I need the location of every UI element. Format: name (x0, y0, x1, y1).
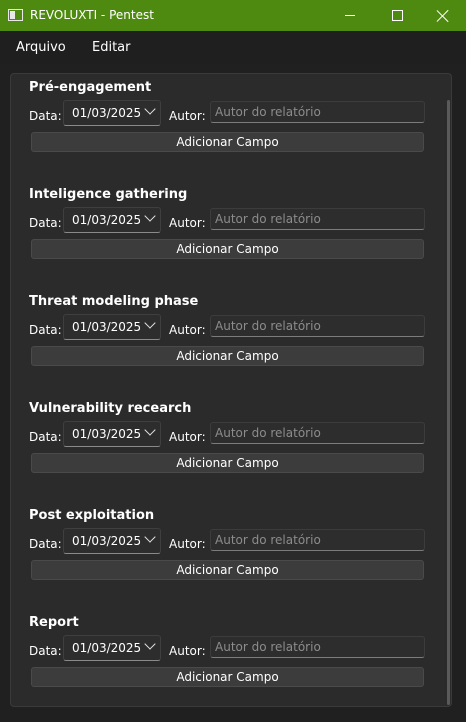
phase-title: Post exploitation (29, 508, 155, 523)
date-value: 01/03/2025 (72, 320, 142, 334)
phase-section: Vulnerability recearch Data: 01/03/2025 … (0, 401, 466, 508)
chevron-down-icon (144, 424, 156, 436)
author-input[interactable] (210, 101, 425, 123)
menu-arquivo[interactable]: Arquivo (16, 40, 66, 55)
date-picker[interactable]: 01/03/2025 (63, 528, 161, 554)
date-picker[interactable]: 01/03/2025 (63, 314, 161, 340)
date-label: Data: (29, 323, 62, 337)
date-value: 01/03/2025 (72, 427, 142, 441)
author-input[interactable] (210, 422, 425, 444)
maximize-button[interactable] (374, 0, 420, 31)
add-field-button[interactable]: Adicionar Campo (31, 132, 424, 152)
add-field-button[interactable]: Adicionar Campo (31, 667, 424, 687)
menu-editar[interactable]: Editar (92, 40, 131, 55)
date-label: Data: (29, 430, 62, 444)
author-label: Autor: (169, 537, 206, 551)
phase-section: Threat modeling phase Data: 01/03/2025 A… (0, 294, 466, 401)
date-value: 01/03/2025 (72, 534, 142, 548)
maximize-icon (391, 10, 403, 21)
add-field-button[interactable]: Adicionar Campo (31, 560, 424, 580)
author-label: Autor: (169, 644, 206, 658)
date-picker[interactable]: 01/03/2025 (63, 635, 161, 661)
add-field-button[interactable]: Adicionar Campo (31, 346, 424, 366)
phase-section: Post exploitation Data: 01/03/2025 Autor… (0, 508, 466, 615)
date-label: Data: (29, 109, 62, 123)
date-label: Data: (29, 644, 62, 658)
title-bar: REVOLUXTI - Pentest (0, 0, 466, 31)
chevron-down-icon (144, 317, 156, 329)
close-button[interactable] (420, 0, 466, 31)
chevron-down-icon (144, 531, 156, 543)
date-value: 01/03/2025 (72, 641, 142, 655)
date-picker[interactable]: 01/03/2025 (63, 100, 161, 126)
date-picker[interactable]: 01/03/2025 (63, 421, 161, 447)
date-label: Data: (29, 537, 62, 551)
phase-title: Inteligence gathering (29, 187, 188, 202)
chevron-down-icon (144, 103, 156, 115)
date-label: Data: (29, 216, 62, 230)
phase-title: Threat modeling phase (29, 294, 199, 309)
phase-section: Report Data: 01/03/2025 Autor: Adicionar… (0, 615, 466, 722)
author-label: Autor: (169, 216, 206, 230)
author-input[interactable] (210, 208, 425, 230)
author-label: Autor: (169, 430, 206, 444)
phase-title: Vulnerability recearch (29, 401, 192, 416)
author-input[interactable] (210, 636, 425, 658)
app-window-icon (8, 9, 23, 21)
date-picker[interactable]: 01/03/2025 (63, 207, 161, 233)
author-label: Autor: (169, 109, 206, 123)
minimize-icon (345, 15, 355, 16)
add-field-button[interactable]: Adicionar Campo (31, 453, 424, 473)
phase-title: Report (29, 615, 79, 630)
author-label: Autor: (169, 323, 206, 337)
minimize-button[interactable] (327, 0, 373, 31)
date-value: 01/03/2025 (72, 213, 142, 227)
author-input[interactable] (210, 315, 425, 337)
phase-section: Inteligence gathering Data: 01/03/2025 A… (0, 187, 466, 294)
chevron-down-icon (144, 210, 156, 222)
chevron-down-icon (144, 638, 156, 650)
close-icon (437, 10, 449, 22)
author-input[interactable] (210, 529, 425, 551)
phase-title: Pré-engagement (29, 80, 152, 95)
window-title: REVOLUXTI - Pentest (30, 8, 154, 22)
menu-bar: Arquivo Editar (0, 31, 466, 64)
add-field-button[interactable]: Adicionar Campo (31, 239, 424, 259)
phase-section: Pré-engagement Data: 01/03/2025 Autor: A… (0, 80, 466, 187)
date-value: 01/03/2025 (72, 106, 142, 120)
